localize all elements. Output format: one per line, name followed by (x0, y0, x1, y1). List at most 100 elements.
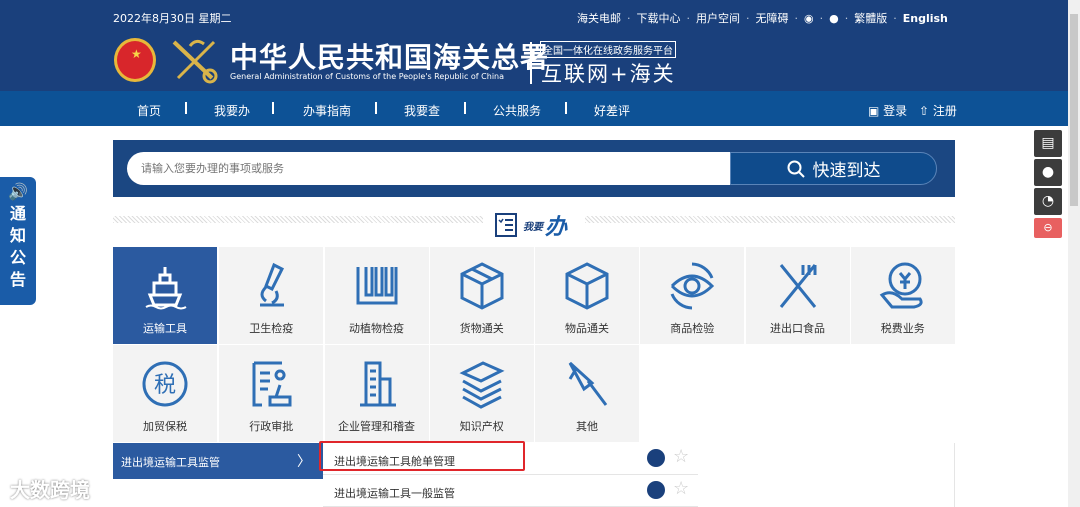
divider (530, 42, 532, 84)
apple-icon[interactable]: ● (1034, 159, 1062, 186)
service-tile[interactable]: 税加贸保税 (113, 345, 217, 442)
service-tile[interactable]: 商品检验 (640, 247, 745, 344)
login-label: 登录 (883, 104, 908, 118)
back-icon[interactable]: ⊖ (1034, 218, 1062, 238)
section-heading: 办 (545, 215, 568, 240)
date: 2022年8月30日 星期二 (113, 12, 232, 25)
nav-query[interactable]: 我要查 (404, 102, 440, 119)
user-icon: ▣ (868, 104, 880, 118)
service-icon (252, 361, 292, 407)
link-english[interactable]: English (903, 12, 948, 25)
service-tile[interactable]: 企业管理和稽查 (324, 345, 429, 442)
service-tile[interactable]: 卫生检疫 (219, 247, 324, 344)
service-tile[interactable]: 行政审批 (219, 345, 324, 442)
service-tile-label: 运输工具 (143, 322, 187, 335)
register-label: 注册 (932, 104, 957, 118)
speaker-icon: 🔊 (8, 182, 28, 201)
submenu-item[interactable]: 进出境运输工具一般监管 ☆ (323, 475, 698, 507)
search-bar: 快速到达 (113, 140, 955, 197)
svg-text:税: 税 (154, 373, 176, 398)
android-icon[interactable]: ▤ (1034, 130, 1062, 157)
nav-review[interactable]: 好差评 (594, 102, 630, 119)
site-title-en: General Administration of Customs of the… (230, 72, 505, 81)
platform-label: 全国一体化在线政务服务平台 (540, 41, 676, 58)
site-title: 中华人民共和国海关总署 (230, 41, 550, 74)
service-icon (568, 361, 608, 406)
service-tile-label: 进出口食品 (770, 322, 825, 335)
wechat-icon[interactable]: ◔ (1034, 188, 1062, 215)
search-button[interactable]: 快速到达 (730, 152, 937, 185)
service-icon (879, 262, 923, 309)
search-input[interactable] (127, 152, 732, 185)
service-tile[interactable]: 进出口食品 (745, 247, 850, 344)
notice-label: 通知公告 (10, 204, 27, 289)
link-accessibility[interactable]: 无障碍 (756, 10, 789, 26)
nav-handle[interactable]: 我要办 (214, 102, 250, 119)
notice-tab[interactable]: 🔊 通知公告 (0, 177, 36, 305)
checklist-icon (495, 213, 517, 237)
service-tile-label: 动植物检疫 (349, 322, 404, 335)
service-tile[interactable]: 货物通关 (429, 247, 534, 344)
service-tile-label: 商品检验 (670, 322, 715, 335)
chevron-right-icon: 〉 (297, 454, 311, 470)
service-tile[interactable]: 物品通关 (535, 247, 639, 344)
nav-public-service[interactable]: 公共服务 (493, 102, 541, 119)
search-icon (787, 160, 805, 178)
service-tile-label: 税费业务 (880, 322, 925, 335)
service-tile-label: 行政审批 (249, 420, 294, 433)
section-prefix: 我要 (523, 221, 543, 233)
wechat-icon[interactable]: ● (829, 12, 839, 25)
star-icon[interactable]: ☆ (673, 478, 689, 499)
highlight-box (319, 441, 525, 471)
service-icon: 税 (142, 361, 188, 407)
link-download[interactable]: 下载中心 (637, 10, 681, 26)
service-tile-label: 知识产权 (459, 420, 504, 433)
service-icon (356, 267, 397, 305)
divider (113, 216, 483, 223)
compass-icon[interactable] (647, 481, 665, 499)
service-tile[interactable]: 知识产权 (429, 345, 534, 442)
register-button[interactable]: ⇧ 注册 (919, 102, 957, 119)
service-tile-label: 企业管理和稽查 (338, 420, 415, 433)
star-icon[interactable]: ☆ (673, 446, 689, 467)
link-user-space[interactable]: 用户空间 (696, 10, 740, 26)
weibo-icon[interactable]: ◉ (804, 12, 814, 25)
service-tile[interactable]: 税费业务 (850, 247, 955, 344)
service-tile-label: 物品通关 (565, 322, 609, 335)
header: 2022年8月30日 星期二 海关电邮 · 下载中心 · 用户空间 · 无障碍 · ◉ ·… (0, 0, 1068, 91)
service-tile[interactable]: 运输工具 (113, 247, 217, 344)
service-tile-label: 卫生检疫 (249, 322, 294, 335)
submenu-category[interactable]: 进出境运输工具监管 〉 (113, 443, 323, 479)
login-button[interactable]: ▣ 登录 (868, 102, 907, 119)
nav-guide[interactable]: 办事指南 (303, 102, 351, 119)
submenu-category-label: 进出境运输工具监管 (121, 456, 220, 469)
service-icon (145, 267, 187, 310)
compass-icon[interactable] (647, 449, 665, 467)
service-tile-label: 其他 (576, 420, 598, 433)
national-emblem-logo: ★ (114, 38, 156, 82)
divider (585, 216, 955, 223)
scrollbar-thumb[interactable] (1070, 14, 1078, 206)
search-button-label: 快速到达 (812, 161, 881, 181)
service-icon (565, 262, 609, 310)
service-icon (460, 262, 504, 310)
submenu-item-label: 进出境运输工具一般监管 (334, 487, 455, 500)
nav-home[interactable]: 首页 (137, 102, 161, 119)
link-traditional[interactable]: 繁體版 (854, 10, 887, 26)
link-email[interactable]: 海关电邮 (577, 10, 621, 26)
service-icon (779, 264, 816, 308)
platform-subtitle: 互联网+海关 (541, 62, 676, 86)
section-title: 我要办 (495, 209, 567, 241)
service-tile-label: 加贸保税 (143, 420, 187, 433)
service-tile-label: 货物通关 (459, 322, 504, 335)
customs-logo (172, 39, 218, 84)
main-nav: 首页 我要办 办事指南 我要查 公共服务 好差评 ▣ 登录 ⇧ 注册 (0, 91, 1068, 126)
service-tile[interactable]: 其他 (535, 345, 639, 442)
service-icon (260, 262, 285, 307)
service-icon (459, 361, 505, 409)
service-icon (670, 262, 715, 310)
service-icon (359, 361, 396, 407)
top-links: 海关电邮 · 下载中心 · 用户空间 · 无障碍 · ◉ · ● · 繁體版 · Englis… (577, 10, 948, 26)
service-tile[interactable]: 动植物检疫 (324, 247, 429, 344)
watermark: 大数跨境 (10, 478, 90, 502)
